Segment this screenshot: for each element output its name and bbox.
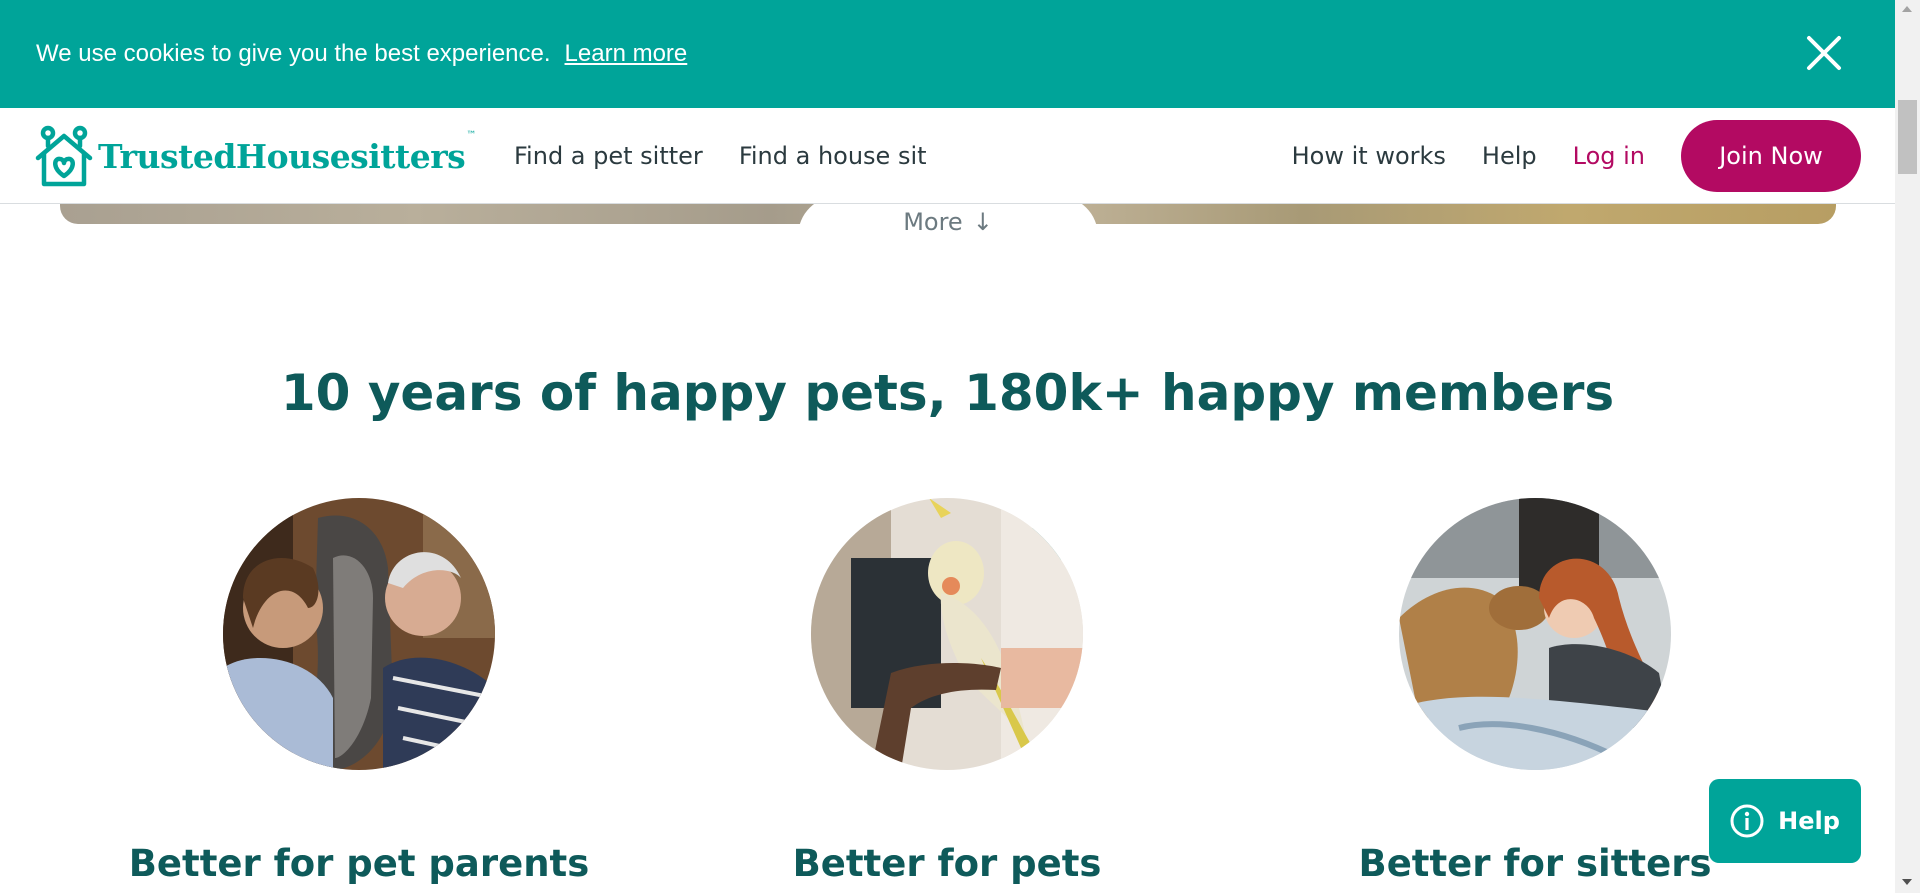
section-headline: 10 years of happy pets, 180k+ happy memb…	[280, 364, 1615, 422]
feature-title: Better for pets	[792, 842, 1102, 885]
site-header: TrustedHousesitters ™ Find a pet sitter …	[0, 108, 1895, 204]
more-label: More	[903, 208, 963, 236]
logo-text: TrustedHousesitters	[98, 136, 466, 176]
vertical-scrollbar[interactable]	[1895, 0, 1920, 893]
cookie-message: We use cookies to give you the best expe…	[36, 40, 551, 67]
couple-with-horse-image	[223, 498, 495, 770]
woman-with-dog-image	[1399, 498, 1671, 770]
nav-find-pet-sitter[interactable]: Find a pet sitter	[514, 142, 703, 170]
info-icon	[1730, 804, 1764, 838]
help-label: Help	[1778, 807, 1840, 835]
close-icon[interactable]	[1805, 34, 1843, 72]
trademark: ™	[466, 130, 477, 141]
secondary-nav: How it works Help Log in Join Now	[1292, 108, 1861, 204]
cookie-banner: We use cookies to give you the best expe…	[0, 0, 1895, 108]
feature-pets: Better for pets	[707, 498, 1187, 885]
feature-title: Better for pet parents	[128, 842, 590, 885]
primary-nav: Find a pet sitter Find a house sit	[514, 108, 927, 204]
help-button[interactable]: Help	[1709, 779, 1861, 863]
feature-pet-parents: Better for pet parents	[119, 498, 599, 885]
nav-how-it-works[interactable]: How it works	[1292, 142, 1446, 170]
scroll-down-arrow-icon[interactable]	[1902, 879, 1912, 885]
arrow-down-icon: ↓	[972, 208, 993, 236]
feature-sitters: Better for sitters	[1295, 498, 1775, 885]
join-now-button[interactable]: Join Now	[1681, 120, 1861, 192]
scroll-up-arrow-icon[interactable]	[1902, 6, 1912, 12]
login-link[interactable]: Log in	[1573, 142, 1645, 170]
learn-more-link[interactable]: Learn more	[565, 40, 688, 68]
logo[interactable]: TrustedHousesitters ™	[34, 124, 476, 188]
nav-find-house-sit[interactable]: Find a house sit	[739, 142, 927, 170]
nav-help[interactable]: Help	[1482, 142, 1537, 170]
cockatiel-on-hand-image	[811, 498, 1083, 770]
house-heart-logo-icon	[35, 125, 93, 187]
more-button[interactable]: More ↓	[798, 196, 1098, 256]
feature-title: Better for sitters	[1358, 842, 1712, 885]
scroll-thumb[interactable]	[1898, 100, 1917, 174]
